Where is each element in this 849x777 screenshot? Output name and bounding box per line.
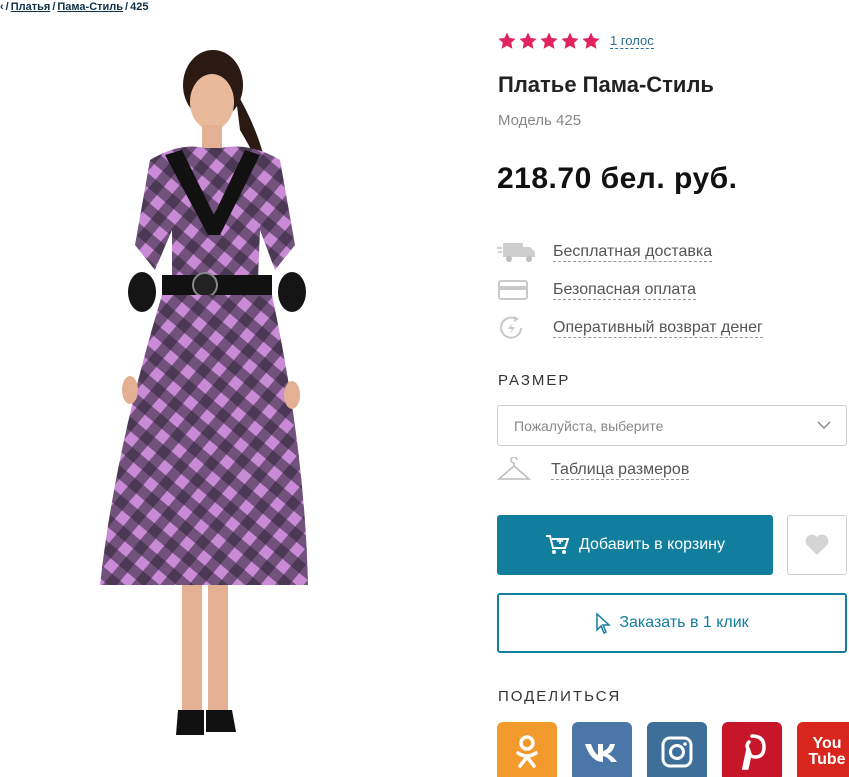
breadcrumb-item-current: 425 [130,1,149,13]
product-photo[interactable] [80,30,320,760]
star-icon[interactable] [560,31,580,51]
share-pinterest-button[interactable] [722,722,782,777]
add-to-cart-label: Добавить в корзину [578,536,725,553]
benefit-refund-label: Оперативный возврат денег [553,318,763,338]
breadcrumb: ‹ / Платья / Пама-Стиль / 425 [0,0,148,14]
size-table-label: Таблица размеров [551,460,690,480]
favorite-button[interactable] [787,515,847,575]
share-vk-button[interactable] [572,722,632,777]
pinterest-icon [741,734,766,770]
product-model: Модель 425 [498,112,582,129]
share-instagram-button[interactable] [647,722,707,777]
breadcrumb-separator: / [5,1,9,13]
benefit-delivery[interactable]: Бесплатная доставка [497,239,713,265]
add-to-cart-button[interactable]: Добавить в корзину [497,515,773,575]
star-icon[interactable] [497,31,517,51]
product-title: Платье Пама-Стиль [498,72,714,97]
benefit-payment[interactable]: Безопасная оплата [497,277,696,303]
truck-icon [497,239,537,265]
odnoklassniki-icon [516,735,538,768]
cursor-icon [596,612,612,634]
cart-icon [545,535,569,554]
chevron-down-icon [817,421,831,430]
breadcrumb-item-dresses[interactable]: Платья [11,1,51,13]
one-click-order-button[interactable]: Заказать в 1 клик [497,593,847,653]
size-heading: РАЗМЕР [498,372,571,389]
youtube-icon: You Tube [808,735,846,768]
star-icon[interactable] [581,31,601,51]
breadcrumb-separator: / [52,1,56,13]
credit-card-icon [497,277,537,303]
product-price: 218.70 бел. руб. [497,162,738,195]
refund-icon [497,315,537,341]
size-select-placeholder: Пожалуйста, выберите [514,417,664,434]
votes-link[interactable]: 1 голос [610,33,654,49]
breadcrumb-home-link[interactable]: ‹ [0,1,4,13]
share-odnoklassniki-button[interactable] [497,722,557,777]
size-table-link[interactable]: Таблица размеров [497,457,690,483]
benefit-delivery-label: Бесплатная доставка [553,242,713,262]
star-icon[interactable] [518,31,538,51]
breadcrumb-item-brand[interactable]: Пама-Стиль [57,1,123,13]
rating: 1 голос [497,31,654,51]
benefit-payment-label: Безопасная оплата [553,280,696,300]
one-click-order-label: Заказать в 1 клик [619,614,749,631]
breadcrumb-separator: / [125,1,129,13]
hanger-icon [497,457,531,480]
rating-stars[interactable] [497,31,601,51]
vk-icon [585,744,617,762]
instagram-icon [661,736,693,768]
benefit-refund[interactable]: Оперативный возврат денег [497,315,763,341]
star-icon[interactable] [539,31,559,51]
share-heading: ПОДЕЛИТЬСЯ [498,688,622,705]
heart-icon [805,534,829,555]
size-select[interactable]: Пожалуйста, выберите [497,405,847,446]
share-youtube-button[interactable]: You Tube [797,722,849,777]
